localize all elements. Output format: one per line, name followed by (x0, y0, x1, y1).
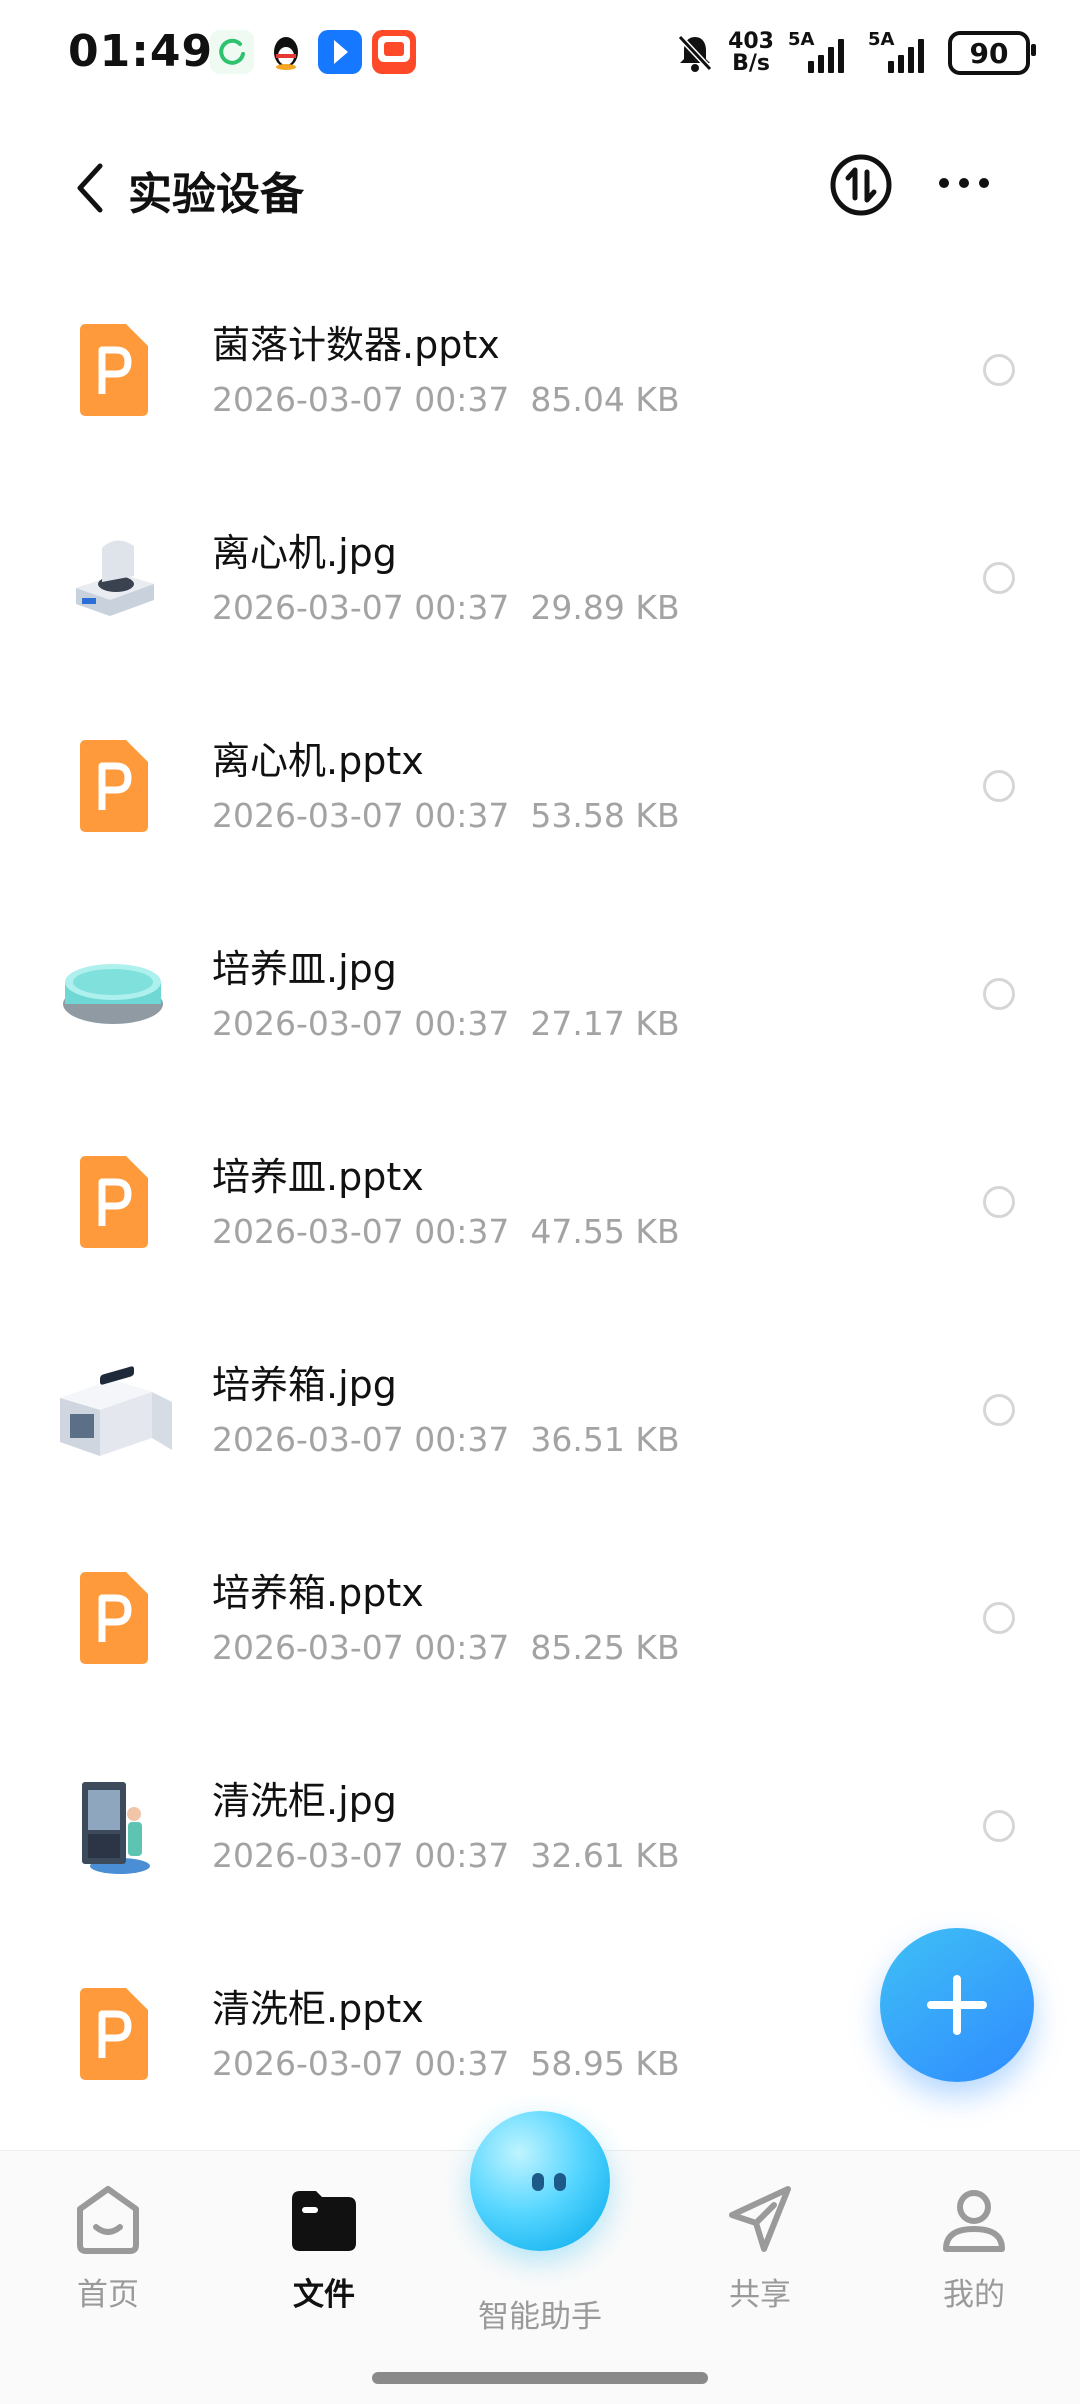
file-name: 离心机.jpg (212, 531, 397, 575)
nav-home[interactable]: 首页 (28, 2181, 188, 2314)
mute-bell-icon (677, 34, 713, 72)
file-meta: 2026-03-07 00:37 58.95 KB (212, 2044, 680, 2083)
file-meta: 2026-03-07 00:37 32.61 KB (212, 1836, 680, 1875)
file-meta: 2026-03-07 00:37 29.89 KB (212, 588, 680, 627)
select-checkbox[interactable] (983, 770, 1015, 802)
bottom-nav: 首页 文件 智能助手 共享 我的 (0, 2111, 1080, 2404)
taobao-app-icon (372, 30, 416, 74)
file-name: 清洗柜.jpg (212, 1779, 397, 1823)
qq-app-icon (264, 30, 308, 74)
paper-plane-icon (729, 2186, 791, 2252)
select-checkbox[interactable] (983, 1810, 1015, 1842)
file-name: 培养皿.jpg (212, 947, 397, 991)
pptx-icon (80, 324, 148, 416)
file-row[interactable]: 清洗柜.jpg 2026-03-07 00:37 32.61 KB (0, 1726, 1080, 1934)
home-icon (77, 2186, 139, 2254)
nav-files[interactable]: 文件 (244, 2181, 404, 2314)
page-title: 实验设备 (128, 169, 304, 220)
home-indicator[interactable] (372, 2372, 708, 2384)
file-meta: 2026-03-07 00:37 53.58 KB (212, 796, 680, 835)
select-checkbox[interactable] (983, 978, 1015, 1010)
assistant-orb-icon[interactable] (470, 2111, 610, 2251)
file-name: 清洗柜.pptx (212, 1987, 424, 2031)
file-name: 离心机.pptx (212, 739, 424, 783)
pptx-icon (80, 740, 148, 832)
status-time: 01:49 (68, 26, 214, 77)
file-name: 培养箱.pptx (212, 1571, 424, 1615)
file-name: 培养皿.pptx (212, 1155, 424, 1199)
file-list: 菌落计数器.pptx 2026-03-07 00:37 85.04 KB 离心机… (0, 270, 1080, 2142)
folder-icon (292, 2191, 356, 2251)
file-row[interactable]: 培养箱.pptx 2026-03-07 00:37 85.25 KB (0, 1518, 1080, 1726)
file-meta: 2026-03-07 00:37 27.17 KB (212, 1004, 680, 1043)
battery-indicator: 90 (948, 31, 1036, 75)
file-row[interactable]: 培养皿.jpg 2026-03-07 00:37 27.17 KB (0, 894, 1080, 1102)
signal-2-icon: 5A (868, 29, 934, 73)
file-name: 培养箱.jpg (212, 1363, 397, 1407)
file-row[interactable]: 离心机.jpg 2026-03-07 00:37 29.89 KB (0, 478, 1080, 686)
file-row[interactable]: 菌落计数器.pptx 2026-03-07 00:37 85.04 KB (0, 270, 1080, 478)
file-row[interactable]: 培养皿.pptx 2026-03-07 00:37 47.55 KB (0, 1102, 1080, 1310)
sort-icon[interactable] (828, 152, 894, 218)
washer-cabinet-image-icon (82, 1782, 150, 1874)
status-indicators: 403 B/s 5A 5A 90 (676, 28, 1036, 78)
pptx-icon (80, 1988, 148, 2080)
add-file-button[interactable] (880, 1928, 1034, 2082)
blue-app-icon (318, 30, 362, 74)
profile-icon (943, 2190, 1005, 2252)
incubator-image-icon (60, 1366, 172, 1456)
nav-assistant-label[interactable]: 智能助手 (440, 2291, 640, 2336)
file-meta: 2026-03-07 00:37 85.04 KB (212, 380, 680, 419)
file-meta: 2026-03-07 00:37 47.55 KB (212, 1212, 680, 1251)
file-meta: 2026-03-07 00:37 85.25 KB (212, 1628, 680, 1667)
sync-app-icon (210, 30, 254, 74)
petri-dish-image-icon (63, 964, 163, 1024)
select-checkbox[interactable] (983, 1602, 1015, 1634)
file-row[interactable]: 培养箱.jpg 2026-03-07 00:37 36.51 KB (0, 1310, 1080, 1518)
select-checkbox[interactable] (983, 562, 1015, 594)
top-app-bar: 实验设备 (0, 130, 1080, 240)
select-checkbox[interactable] (983, 354, 1015, 386)
file-name: 菌落计数器.pptx (212, 323, 500, 367)
back-arrow-icon[interactable] (70, 158, 110, 218)
signal-1-icon: 5A (788, 29, 854, 73)
pptx-icon (80, 1572, 148, 1664)
file-row[interactable]: 离心机.pptx 2026-03-07 00:37 53.58 KB (0, 686, 1080, 894)
more-options-icon[interactable] (934, 168, 994, 198)
select-checkbox[interactable] (983, 1394, 1015, 1426)
nav-me[interactable]: 我的 (894, 2181, 1054, 2314)
network-speed: 403 B/s (728, 29, 774, 76)
select-checkbox[interactable] (983, 1186, 1015, 1218)
file-meta: 2026-03-07 00:37 36.51 KB (212, 1420, 680, 1459)
status-bar: 01:49 403 B/s 5A 5A 90 (0, 0, 1080, 110)
pptx-icon (80, 1156, 148, 1248)
centrifuge-image-icon (76, 540, 154, 616)
nav-share[interactable]: 共享 (680, 2181, 840, 2314)
